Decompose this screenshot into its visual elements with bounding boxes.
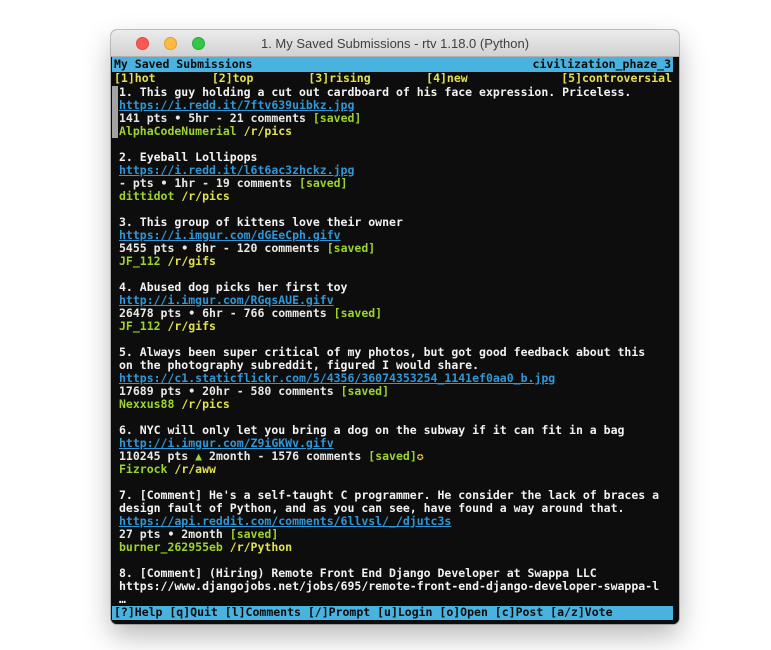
- submission-title: 4. Abused dog picks her first toy: [119, 281, 664, 294]
- stats-segment: [saved]: [334, 307, 382, 320]
- submission-byline: Nexxus88 /r/pics: [119, 398, 664, 411]
- submission-author: Fizrock: [119, 463, 167, 476]
- stats-segment: [saved]: [368, 450, 416, 463]
- submission-8: 8. [Comment] (Hiring) Remote Front End D…: [112, 567, 673, 606]
- submission-1: 1. This guy holding a cut out cardboard …: [112, 86, 673, 138]
- submission-subreddit: /r/pics: [174, 398, 229, 411]
- submission-stats: 17689 pts • 20hr - 580 comments [saved]: [119, 385, 664, 398]
- submission-url[interactable]: http://i.imgur.com/RGqsAUE.gifv: [119, 294, 664, 307]
- submission-url[interactable]: https://c1.staticflickr.com/5/4356/36074…: [119, 372, 664, 385]
- stats-segment: 27 pts • 2month: [119, 528, 230, 541]
- page-title: My Saved Submissions: [114, 58, 252, 71]
- terminal-screen: My Saved Submissions civilization_phaze_…: [111, 57, 679, 624]
- item-gap: [112, 476, 673, 489]
- submission-2: 2. Eyeball Lollipopshttps://i.redd.it/l6…: [112, 151, 673, 203]
- submission-title: 6. NYC will only let you bring a dog on …: [119, 424, 664, 437]
- submission-url[interactable]: https://api.reddit.com/comments/6llvsl/_…: [119, 515, 664, 528]
- stats-segment: [saved]: [230, 528, 278, 541]
- submission-stats: 5455 pts • 8hr - 120 comments [saved]: [119, 242, 664, 255]
- submission-author: JF_112: [119, 320, 161, 333]
- submission-subreddit: /r/Python: [223, 541, 292, 554]
- submission-stats: 26478 pts • 6hr - 766 comments [saved]: [119, 307, 664, 320]
- menu-controversial[interactable]: [5]controversial: [561, 72, 672, 85]
- submission-5: 5. Always been super critical of my phot…: [112, 346, 673, 411]
- submission-7: 7. [Comment] He's a self-taught C progra…: [112, 489, 673, 554]
- submission-author: Nexxus88: [119, 398, 174, 411]
- menu-hot[interactable]: [1]hot: [114, 72, 156, 85]
- item-gap: [112, 138, 673, 151]
- submission-stats: 27 pts • 2month [saved]: [119, 528, 664, 541]
- stats-segment: [saved]: [341, 385, 389, 398]
- item-gap: [112, 411, 673, 424]
- submission-subreddit: /r/aww: [167, 463, 215, 476]
- submission-title: 8. [Comment] (Hiring) Remote Front End D…: [119, 567, 664, 580]
- selection-cursor: [112, 86, 118, 138]
- submission-3: 3. This group of kittens love their owne…: [112, 216, 673, 268]
- submission-list: 1. This guy holding a cut out cardboard …: [112, 86, 673, 606]
- menu-top[interactable]: [2]top: [212, 72, 254, 85]
- stats-segment: 141 pts • 5hr - 21 comments: [119, 112, 313, 125]
- gilded-star-icon: ✪: [417, 450, 424, 463]
- submission-subreddit: /r/gifs: [161, 255, 216, 268]
- submission-byline: Fizrock /r/aww: [119, 463, 664, 476]
- submission-author: burner_262955eb: [119, 541, 223, 554]
- submission-title: 2. Eyeball Lollipops: [119, 151, 664, 164]
- submission-byline: dittidot /r/pics: [119, 190, 664, 203]
- submission-stats: 141 pts • 5hr - 21 comments [saved]: [119, 112, 664, 125]
- submission-subreddit: /r/pics: [237, 125, 292, 138]
- submission-title: 1. This guy holding a cut out cardboard …: [119, 86, 664, 99]
- submission-byline: AlphaCodeNumerial /r/pics: [119, 125, 664, 138]
- submission-stats: 110245 pts ▲ 2month - 1576 comments [sav…: [119, 450, 664, 463]
- submission-6: 6. NYC will only let you bring a dog on …: [112, 424, 673, 476]
- stats-segment: 5455 pts • 8hr - 120 comments: [119, 242, 327, 255]
- stats-segment: 26478 pts • 6hr - 766 comments: [119, 307, 334, 320]
- submission-url[interactable]: http://i.imgur.com/Z9iGKWv.gifv: [119, 437, 664, 450]
- submission-author: AlphaCodeNumerial: [119, 125, 237, 138]
- stats-segment: 2month - 1576 comments: [202, 450, 368, 463]
- sort-menu: [1]hot [2]top [3]rising [4]new [5]controvers…: [112, 72, 673, 86]
- stats-segment: [saved]: [313, 112, 361, 125]
- terminal-window: 1. My Saved Submissions - rtv 1.18.0 (Py…: [111, 30, 679, 624]
- item-gap: [112, 203, 673, 216]
- submission-author: JF_112: [119, 255, 161, 268]
- window-titlebar[interactable]: 1. My Saved Submissions - rtv 1.18.0 (Py…: [111, 30, 679, 57]
- stats-segment: 17689 pts • 20hr - 580 comments: [119, 385, 341, 398]
- stats-segment: [saved]: [327, 242, 375, 255]
- submission-title: 7. [Comment] He's a self-taught C progra…: [119, 489, 664, 515]
- menu-new[interactable]: [4]new: [426, 72, 468, 85]
- stats-segment: 110245 pts: [119, 450, 195, 463]
- submission-byline: JF_112 /r/gifs: [119, 320, 664, 333]
- submission-url[interactable]: https://i.imgur.com/dGEeCph.gifv: [119, 229, 664, 242]
- item-gap: [112, 268, 673, 281]
- submission-url[interactable]: https://i.redd.it/7ftv639uibkz.jpg: [119, 99, 664, 112]
- submission-text-line: …: [119, 593, 672, 606]
- logged-in-username: civilization_phaze_3: [533, 58, 671, 71]
- submission-author: dittidot: [119, 190, 174, 203]
- submission-title: 3. This group of kittens love their owne…: [119, 216, 664, 229]
- stats-segment: [saved]: [299, 177, 347, 190]
- stats-segment: - pts • 1hr - 19 comments: [119, 177, 299, 190]
- submission-stats: - pts • 1hr - 19 comments [saved]: [119, 177, 664, 190]
- submission-byline: burner_262955eb /r/Python: [119, 541, 664, 554]
- menu-rising[interactable]: [3]rising: [308, 72, 370, 85]
- submission-text-line: https://www.djangojobs.net/jobs/695/remo…: [119, 580, 672, 593]
- item-gap: [112, 554, 673, 567]
- submission-title: 5. Always been super critical of my phot…: [119, 346, 664, 372]
- item-gap: [112, 333, 673, 346]
- submission-subreddit: /r/gifs: [161, 320, 216, 333]
- help-bar[interactable]: [?]Help [q]Quit [l]Comments [/]Prompt [u…: [112, 606, 673, 620]
- submission-url[interactable]: https://i.redd.it/l6t6ac3zhckz.jpg: [119, 164, 664, 177]
- window-title: 1. My Saved Submissions - rtv 1.18.0 (Py…: [111, 36, 679, 51]
- status-bar: My Saved Submissions civilization_phaze_…: [112, 57, 673, 72]
- submission-4: 4. Abused dog picks her first toyhttp://…: [112, 281, 673, 333]
- submission-subreddit: /r/pics: [174, 190, 229, 203]
- submission-byline: JF_112 /r/gifs: [119, 255, 664, 268]
